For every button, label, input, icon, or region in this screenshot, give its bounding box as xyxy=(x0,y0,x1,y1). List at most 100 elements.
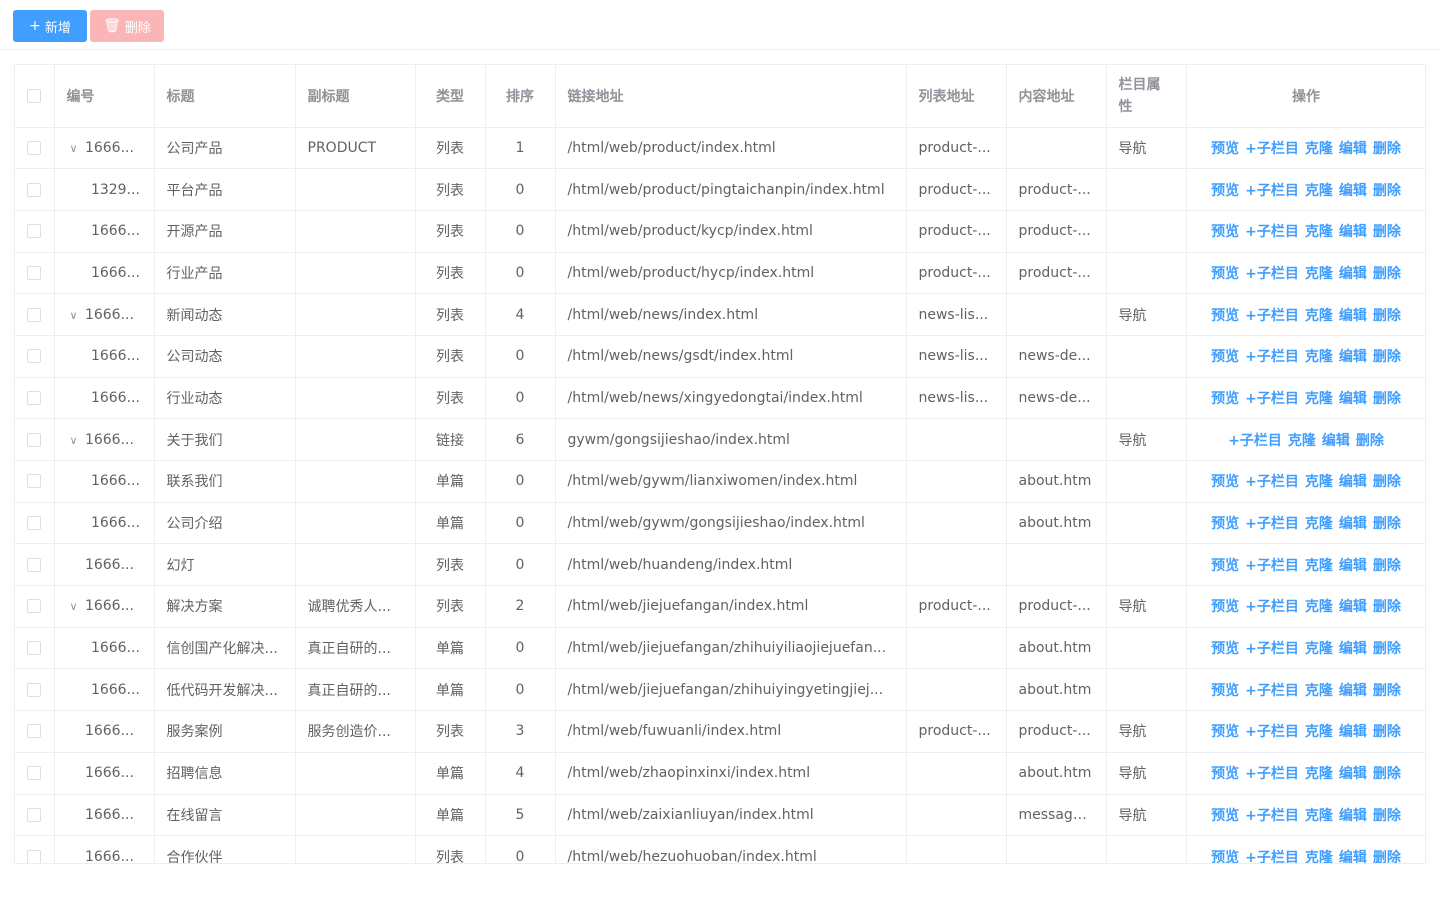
table-row[interactable]: ∨ 1666... 新闻动态 列表 4/html/web/news/index.htm… xyxy=(15,293,1425,336)
edit-link[interactable]: 编辑 xyxy=(1339,391,1367,407)
clone-link[interactable]: 克隆 xyxy=(1305,141,1333,157)
delete-link[interactable]: 删除 xyxy=(1373,599,1401,615)
edit-link[interactable]: 编辑 xyxy=(1339,349,1367,365)
row-checkbox-cell[interactable] xyxy=(15,627,55,670)
clone-link[interactable]: 克隆 xyxy=(1305,683,1333,699)
table-row[interactable]: 1666... 招聘信息 单篇 4/html/web/zhaopinxinxi/ind… xyxy=(15,752,1425,795)
row-checkbox[interactable] xyxy=(27,474,42,489)
clone-link[interactable]: 克隆 xyxy=(1305,724,1333,740)
add-child-link[interactable]: +子栏目 xyxy=(1245,808,1299,824)
delete-link[interactable]: 删除 xyxy=(1373,683,1401,699)
table-row[interactable]: 1666... 服务案例 服务创造价... 列表 3/html/web/fuwuanli… xyxy=(15,710,1425,753)
add-child-link[interactable]: +子栏目 xyxy=(1245,266,1299,282)
add-child-link[interactable]: +子栏目 xyxy=(1245,724,1299,740)
row-checkbox-cell[interactable] xyxy=(15,794,55,837)
add-button[interactable]: + 新增 xyxy=(13,10,87,42)
clone-link[interactable]: 克隆 xyxy=(1305,599,1333,615)
preview-link[interactable]: 预览 xyxy=(1211,724,1239,740)
table-row[interactable]: ∨ 1666... 解决方案 诚聘优秀人... 列表 2/html/web/jiejue… xyxy=(15,585,1425,628)
delete-link[interactable]: 删除 xyxy=(1373,349,1401,365)
clone-link[interactable]: 克隆 xyxy=(1305,766,1333,782)
row-checkbox-cell[interactable] xyxy=(15,210,55,253)
preview-link[interactable]: 预览 xyxy=(1211,599,1239,615)
expand-chevron-icon[interactable]: ∨ xyxy=(67,142,81,155)
edit-link[interactable]: 编辑 xyxy=(1322,433,1350,449)
delete-link[interactable]: 删除 xyxy=(1373,141,1401,157)
row-checkbox-cell[interactable] xyxy=(15,127,55,170)
row-checkbox[interactable] xyxy=(27,516,42,531)
add-child-link[interactable]: +子栏目 xyxy=(1245,599,1299,615)
delete-link[interactable]: 删除 xyxy=(1373,224,1401,240)
row-checkbox-cell[interactable] xyxy=(15,377,55,420)
delete-link[interactable]: 删除 xyxy=(1373,766,1401,782)
row-checkbox[interactable] xyxy=(27,432,42,447)
row-checkbox-cell[interactable] xyxy=(15,168,55,211)
delete-link[interactable]: 删除 xyxy=(1373,183,1401,199)
edit-link[interactable]: 编辑 xyxy=(1339,516,1367,532)
clone-link[interactable]: 克隆 xyxy=(1305,850,1333,863)
delete-link[interactable]: 删除 xyxy=(1373,724,1401,740)
row-checkbox[interactable] xyxy=(27,182,42,197)
row-checkbox[interactable] xyxy=(27,641,42,656)
delete-link[interactable]: 删除 xyxy=(1373,474,1401,490)
table-row[interactable]: 1666... 行业产品 列表 0/html/web/product/hycp/ind… xyxy=(15,252,1425,295)
table-row[interactable]: 1666... 在线留言 单篇 5/html/web/zaixianliuyan/in… xyxy=(15,794,1425,837)
row-checkbox-cell[interactable] xyxy=(15,835,55,863)
row-checkbox[interactable] xyxy=(27,807,42,822)
clone-link[interactable]: 克隆 xyxy=(1305,808,1333,824)
row-checkbox-cell[interactable] xyxy=(15,293,55,336)
preview-link[interactable]: 预览 xyxy=(1211,766,1239,782)
clone-link[interactable]: 克隆 xyxy=(1305,224,1333,240)
row-checkbox[interactable] xyxy=(27,724,42,739)
delete-link[interactable]: 删除 xyxy=(1356,433,1384,449)
table-row[interactable]: ∨ 1666... 关于我们 链接 6 gywm/gongsijieshao/index… xyxy=(15,418,1425,461)
add-child-link[interactable]: +子栏目 xyxy=(1245,224,1299,240)
row-checkbox[interactable] xyxy=(27,557,42,572)
expand-chevron-icon[interactable]: ∨ xyxy=(67,600,81,613)
edit-link[interactable]: 编辑 xyxy=(1339,308,1367,324)
delete-link[interactable]: 删除 xyxy=(1373,391,1401,407)
delete-link[interactable]: 删除 xyxy=(1373,516,1401,532)
preview-link[interactable]: 预览 xyxy=(1211,308,1239,324)
table-row[interactable]: 1666... 公司动态 列表 0/html/web/news/gsdt/index.… xyxy=(15,335,1425,378)
edit-link[interactable]: 编辑 xyxy=(1339,766,1367,782)
edit-link[interactable]: 编辑 xyxy=(1339,183,1367,199)
add-child-link[interactable]: +子栏目 xyxy=(1245,516,1299,532)
clone-link[interactable]: 克隆 xyxy=(1305,266,1333,282)
add-child-link[interactable]: +子栏目 xyxy=(1245,766,1299,782)
preview-link[interactable]: 预览 xyxy=(1211,141,1239,157)
row-checkbox-cell[interactable] xyxy=(15,460,55,503)
table-row[interactable]: 1666... 幻灯 列表 0/html/web/huandeng/index.htm… xyxy=(15,543,1425,587)
clone-link[interactable]: 克隆 xyxy=(1305,474,1333,490)
add-child-link[interactable]: +子栏目 xyxy=(1245,391,1299,407)
row-checkbox[interactable] xyxy=(27,349,42,364)
edit-link[interactable]: 编辑 xyxy=(1339,724,1367,740)
preview-link[interactable]: 预览 xyxy=(1211,349,1239,365)
table-row[interactable]: 1666... 低代码开发解决... 真正自研的... 单篇 0/html/web/ji… xyxy=(15,668,1425,712)
add-child-link[interactable]: +子栏目 xyxy=(1245,850,1299,863)
row-checkbox-cell[interactable] xyxy=(15,710,55,753)
preview-link[interactable]: 预览 xyxy=(1211,224,1239,240)
delete-link[interactable]: 删除 xyxy=(1373,850,1401,863)
preview-link[interactable]: 预览 xyxy=(1211,474,1239,490)
row-checkbox-cell[interactable] xyxy=(15,752,55,795)
clone-link[interactable]: 克隆 xyxy=(1305,308,1333,324)
row-checkbox[interactable] xyxy=(27,766,42,781)
row-checkbox-cell[interactable] xyxy=(15,585,55,628)
select-all-checkbox-cell[interactable] xyxy=(15,65,55,128)
row-checkbox-cell[interactable] xyxy=(15,543,55,587)
edit-link[interactable]: 编辑 xyxy=(1339,599,1367,615)
row-checkbox-cell[interactable] xyxy=(15,252,55,295)
edit-link[interactable]: 编辑 xyxy=(1339,850,1367,863)
preview-link[interactable]: 预览 xyxy=(1211,391,1239,407)
row-checkbox[interactable] xyxy=(27,599,42,614)
edit-link[interactable]: 编辑 xyxy=(1339,641,1367,657)
row-checkbox[interactable] xyxy=(27,307,42,322)
row-checkbox[interactable] xyxy=(27,390,42,405)
row-checkbox[interactable] xyxy=(27,224,42,239)
add-child-link[interactable]: +子栏目 xyxy=(1245,683,1299,699)
delete-link[interactable]: 删除 xyxy=(1373,808,1401,824)
table-row[interactable]: 1666... 信创国产化解决... 真正自研的... 单篇 0/html/web/ji… xyxy=(15,627,1425,670)
clone-link[interactable]: 克隆 xyxy=(1305,558,1333,574)
row-checkbox-cell[interactable] xyxy=(15,502,55,545)
